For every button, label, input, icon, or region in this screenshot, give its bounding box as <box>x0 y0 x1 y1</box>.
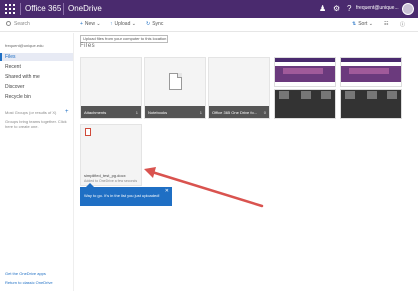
brand-title[interactable]: Office 365 <box>25 4 61 13</box>
tile-count: 1 <box>135 110 138 115</box>
search-placeholder: Search <box>14 21 30 27</box>
callout-pointer <box>86 183 94 187</box>
search-icon <box>6 21 11 26</box>
image-thumbnail[interactable] <box>274 57 336 87</box>
image-thumbnail[interactable] <box>340 89 402 119</box>
page-title: Files <box>80 43 96 49</box>
info-icon[interactable]: ⓘ <box>400 21 405 28</box>
groups-header: Most Groups (or results of X) <box>5 110 57 115</box>
pdf-file-icon <box>85 128 91 136</box>
gear-icon[interactable]: ⚙ <box>333 4 340 14</box>
tile-count: 1 <box>199 110 202 115</box>
thumb-band <box>275 58 335 62</box>
folder-tile-notebooks[interactable]: Notebooks 1 <box>144 57 206 119</box>
sort-label: Sort <box>358 21 368 27</box>
document-icon <box>169 73 182 90</box>
tile-count: 0 <box>263 110 266 115</box>
search-input[interactable]: Search <box>6 21 30 27</box>
user-name[interactable]: frequent@unique... <box>356 5 399 11</box>
new-label: New <box>84 21 95 27</box>
avatar[interactable] <box>402 3 414 15</box>
classic-onedrive-link[interactable]: Return to classic OneDrive <box>5 280 53 285</box>
thumb-block <box>367 91 377 99</box>
arrow-head <box>144 167 156 178</box>
annotation-arrow <box>144 167 264 208</box>
bell-icon[interactable]: ♟ <box>319 4 326 14</box>
thumb-block <box>387 91 397 99</box>
app-bar: Office 365 OneDrive ♟ ⚙ ? frequent@uniqu… <box>0 0 418 18</box>
sidebar-item-files[interactable]: Files <box>0 53 73 61</box>
sort-button[interactable]: ⇅ Sort ⌄ <box>352 21 373 27</box>
thumb-block <box>301 91 311 99</box>
upload-label: Upload <box>114 21 131 27</box>
thumb-band <box>349 68 389 74</box>
sync-label: Sync <box>152 21 164 27</box>
divider <box>63 3 64 15</box>
image-thumbnail[interactable] <box>340 57 402 87</box>
tile-label: Attachments <box>84 110 107 115</box>
sidebar-item-recent[interactable]: Recent <box>0 63 73 71</box>
divider <box>20 3 21 15</box>
get-apps-link[interactable]: Get the OneDrive apps <box>5 271 46 276</box>
tile-label: Notebooks <box>148 110 168 115</box>
plus-icon: + <box>80 21 83 27</box>
tile-label: Office 365 One Drive fo... <box>212 110 258 115</box>
groups-hint[interactable]: Groups bring teams together. Click here … <box>5 119 71 129</box>
thumb-band <box>341 58 401 62</box>
thumb-block <box>279 91 289 99</box>
new-button[interactable]: + New ⌄ <box>80 21 101 27</box>
folder-tile-attachments[interactable]: Attachments 1 <box>80 57 142 119</box>
sync-icon: ↻ <box>146 21 151 27</box>
thumb-block <box>345 91 355 99</box>
arrow-shaft <box>150 170 264 208</box>
thumb-block <box>321 91 331 99</box>
chevron-down-icon: ⌄ <box>131 21 136 27</box>
sync-button[interactable]: ↻ Sync <box>146 21 163 27</box>
add-group-icon[interactable]: + <box>65 109 69 115</box>
sidebar-item-discover[interactable]: Discover <box>0 83 73 91</box>
app-name[interactable]: OneDrive <box>68 4 102 13</box>
uploaded-file-tile[interactable]: simplified_test_pg.docx Added to OneDriv… <box>80 124 142 186</box>
help-icon[interactable]: ? <box>347 4 351 14</box>
folder-tile-office-onedrive[interactable]: Office 365 One Drive fo... 0 <box>208 57 270 119</box>
upload-button[interactable]: ↑ Upload ⌄ <box>110 21 136 27</box>
upload-icon: ↑ <box>110 21 113 27</box>
thumb-band <box>275 90 335 118</box>
file-name: simplified_test_pg.docx <box>84 173 126 178</box>
chevron-down-icon: ⌄ <box>96 21 101 27</box>
account-label: frequent@unique.edu <box>5 43 44 48</box>
chevron-down-icon: ⌄ <box>368 21 373 27</box>
sidebar-item-recycle-bin[interactable]: Recycle bin <box>0 93 73 101</box>
command-bar: Search + New ⌄ ↑ Upload ⌄ ↻ Sync ⇅ Sort ⌄ ☷ … <box>0 18 418 32</box>
thumb-band <box>283 68 323 74</box>
sort-icon: ⇅ <box>352 21 357 27</box>
upload-tooltip: Upload files from your computer to this … <box>80 35 168 43</box>
sidebar-item-shared[interactable]: Shared with me <box>0 73 73 81</box>
app-launcher-icon[interactable] <box>5 4 15 14</box>
thumb-band <box>341 90 401 118</box>
image-thumbnail[interactable] <box>274 89 336 119</box>
sidebar: frequent@unique.edu Files Recent Shared … <box>0 33 74 291</box>
view-toggle-icon[interactable]: ☷ <box>384 21 388 27</box>
